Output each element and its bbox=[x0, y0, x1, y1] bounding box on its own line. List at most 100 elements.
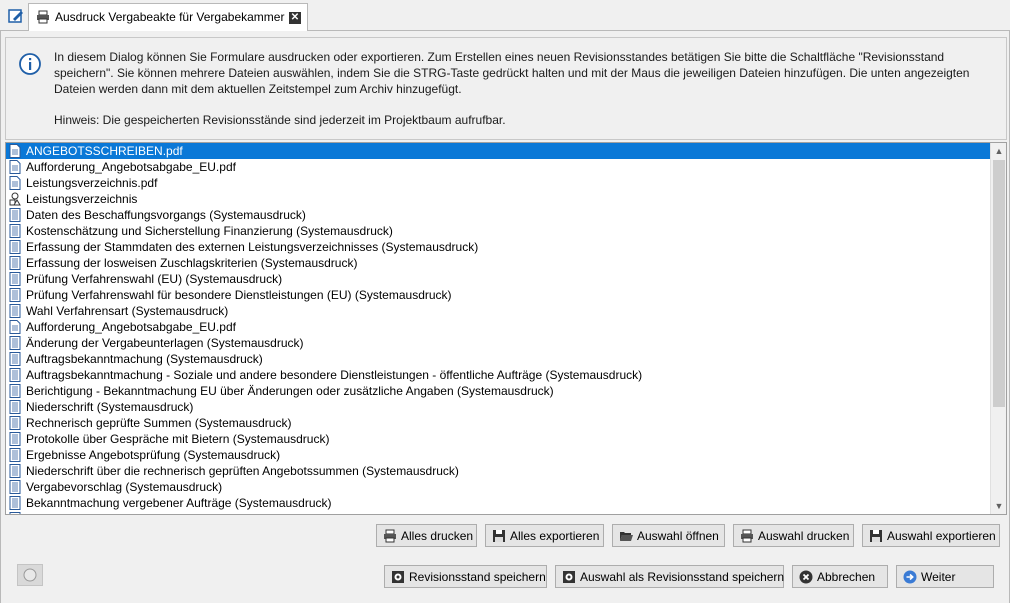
form-icon bbox=[9, 304, 21, 318]
file-list-item[interactable]: Niederschrift über die rechnerisch geprü… bbox=[6, 463, 992, 479]
file-list-rows: ANGEBOTSSCHREIBEN.pdf Aufforderung_Angebo… bbox=[6, 143, 992, 514]
form-icon bbox=[9, 272, 21, 286]
file-label: Auftragsbekanntmachung - Soziale und and… bbox=[26, 368, 643, 382]
pdf-file-icon bbox=[9, 176, 21, 190]
file-label: Protokolle über Gespräche mit Bietern (S… bbox=[26, 432, 330, 446]
save-icon bbox=[870, 530, 882, 542]
form-icon bbox=[9, 416, 21, 430]
file-label: Daten des Beschaffungsvorgangs (Systemau… bbox=[26, 208, 306, 222]
form-icon bbox=[9, 448, 21, 462]
form-icon bbox=[9, 368, 21, 382]
next-button[interactable]: Weiter bbox=[896, 565, 994, 588]
file-label: Auftragsbekanntmachung (Systemausdruck) bbox=[26, 352, 263, 366]
shapes-icon bbox=[9, 192, 21, 206]
cancel-button[interactable]: Abbrechen bbox=[792, 565, 888, 588]
close-icon[interactable]: ✕ bbox=[289, 12, 301, 24]
info-text: In diesem Dialog können Sie Formulare au… bbox=[54, 50, 970, 96]
printer-icon bbox=[741, 529, 753, 543]
tab-bar: Ausdruck Vergabeakte für Vergabekammer ✕ bbox=[0, 0, 1010, 32]
file-list-item[interactable]: Protokolle über Gespräche mit Bietern (S… bbox=[6, 431, 992, 447]
open-selection-button[interactable]: Auswahl öffnen bbox=[612, 524, 725, 547]
file-label: Rechnerisch geprüfte Summen (Systemausdr… bbox=[26, 416, 292, 430]
form-icon bbox=[9, 384, 21, 398]
form-icon bbox=[9, 352, 21, 366]
file-list-item[interactable]: Prüfung Verfahrenswahl (EU) (Systemausdr… bbox=[6, 271, 992, 287]
file-list-item[interactable]: Vergabevorschlag (Systemausdruck) bbox=[6, 479, 992, 495]
form-icon bbox=[9, 336, 21, 350]
form-icon bbox=[9, 288, 21, 302]
file-list-item[interactable]: Wahl Verfahrensart (Systemausdruck) bbox=[6, 303, 992, 319]
printer-icon bbox=[384, 529, 396, 543]
file-list-item[interactable]: Ergebnisse Angebotsprüfung (Systemausdru… bbox=[6, 447, 992, 463]
file-label: Änderung der Vergabeunterlagen (Systemau… bbox=[26, 336, 304, 350]
file-list-item[interactable]: Rechnerisch geprüfte Summen (Systemausdr… bbox=[6, 415, 992, 431]
file-label: Vergabevorschlag (Systemausdruck) bbox=[26, 480, 223, 494]
file-list-item[interactable]: Leistungsverzeichnis.pdf bbox=[6, 175, 992, 191]
form-icon bbox=[9, 480, 21, 494]
print-selection-button[interactable]: Auswahl drucken bbox=[733, 524, 854, 547]
form-icon bbox=[9, 224, 21, 238]
file-label: Kostenschätzung und Sicherstellung Finan… bbox=[26, 224, 393, 238]
file-list-item[interactable]: Bekanntmachung vergebener Aufträge (Syst… bbox=[6, 495, 992, 511]
file-list-item[interactable]: Aufforderung_Angebotsabgabe_EU.pdf bbox=[6, 159, 992, 175]
info-hint: Hinweis: Die gespeicherten Revisionsstän… bbox=[54, 113, 506, 127]
help-button[interactable] bbox=[17, 564, 43, 586]
export-selection-button[interactable]: Auswahl exportieren bbox=[862, 524, 1000, 547]
file-list-item[interactable]: Erfassung der losweisen Zuschlagskriteri… bbox=[6, 255, 992, 271]
help-icon bbox=[23, 568, 37, 582]
info-panel: In diesem Dialog können Sie Formulare au… bbox=[5, 37, 1007, 140]
scroll-down-icon[interactable]: ▼ bbox=[991, 498, 1006, 514]
file-label: Ergebnisse Angebotsprüfung (Systemausdru… bbox=[26, 448, 281, 462]
file-label: Daten für die Vergabestatistik (Systemau… bbox=[26, 512, 283, 514]
file-list-item[interactable]: Auftragsbekanntmachung (Systemausdruck) bbox=[6, 351, 992, 367]
file-list-item[interactable]: ANGEBOTSSCHREIBEN.pdf bbox=[6, 143, 992, 159]
file-list-item[interactable]: Niederschrift (Systemausdruck) bbox=[6, 399, 992, 415]
form-icon bbox=[9, 432, 21, 446]
tab-ausdruck-vergabeakte[interactable]: Ausdruck Vergabeakte für Vergabekammer ✕ bbox=[28, 3, 308, 32]
save-revision-button[interactable]: Revisionsstand speichern bbox=[384, 565, 547, 588]
file-label: Leistungsverzeichnis.pdf bbox=[26, 176, 158, 190]
file-list-item[interactable]: Auftragsbekanntmachung - Soziale und and… bbox=[6, 367, 992, 383]
form-icon bbox=[9, 464, 21, 478]
file-list-item[interactable]: Daten des Beschaffungsvorgangs (Systemau… bbox=[6, 207, 992, 223]
file-label: Wahl Verfahrensart (Systemausdruck) bbox=[26, 304, 229, 318]
export-all-button[interactable]: Alles exportieren bbox=[485, 524, 604, 547]
cancel-icon bbox=[799, 570, 813, 584]
file-label: Prüfung Verfahrenswahl für besondere Die… bbox=[26, 288, 452, 302]
file-label: Prüfung Verfahrenswahl (EU) (Systemausdr… bbox=[26, 272, 283, 286]
folder-open-icon bbox=[620, 532, 633, 541]
file-label: Erfassung der losweisen Zuschlagskriteri… bbox=[26, 256, 358, 270]
file-list-item[interactable]: Leistungsverzeichnis bbox=[6, 191, 992, 207]
printer-icon bbox=[37, 10, 49, 24]
file-label: Erfassung der Stammdaten des externen Le… bbox=[26, 240, 479, 254]
file-list[interactable]: ANGEBOTSSCHREIBEN.pdf Aufforderung_Angebo… bbox=[5, 142, 1007, 515]
file-list-item[interactable]: Aufforderung_Angebotsabgabe_EU.pdf bbox=[6, 319, 992, 335]
form-icon bbox=[9, 512, 21, 514]
save-selection-revision-button[interactable]: Auswahl als Revisionsstand speichern bbox=[555, 565, 784, 588]
scrollbar[interactable]: ▲ ▼ bbox=[990, 143, 1006, 514]
file-label: Aufforderung_Angebotsabgabe_EU.pdf bbox=[26, 320, 236, 334]
scroll-up-icon[interactable]: ▲ bbox=[991, 143, 1006, 159]
form-icon bbox=[9, 208, 21, 222]
pdf-file-icon bbox=[9, 144, 21, 158]
info-icon bbox=[19, 53, 41, 75]
form-icon bbox=[9, 256, 21, 270]
file-list-item[interactable]: Daten für die Vergabestatistik (Systemau… bbox=[6, 511, 992, 514]
file-list-item[interactable]: Kostenschätzung und Sicherstellung Finan… bbox=[6, 223, 992, 239]
form-icon bbox=[9, 400, 21, 414]
print-all-button[interactable]: Alles drucken bbox=[376, 524, 477, 547]
file-list-item[interactable]: Änderung der Vergabeunterlagen (Systemau… bbox=[6, 335, 992, 351]
file-list-item[interactable]: Erfassung der Stammdaten des externen Le… bbox=[6, 239, 992, 255]
file-label: Berichtigung - Bekanntmachung EU über Än… bbox=[26, 384, 554, 398]
edit-icon[interactable] bbox=[8, 8, 24, 24]
file-label: Leistungsverzeichnis bbox=[26, 192, 138, 206]
form-icon bbox=[9, 240, 21, 254]
file-label: Niederschrift über die rechnerisch geprü… bbox=[26, 464, 459, 478]
pdf-file-icon bbox=[9, 320, 21, 334]
dialog-frame: In diesem Dialog können Sie Formulare au… bbox=[0, 31, 1010, 603]
file-list-item[interactable]: Prüfung Verfahrenswahl für besondere Die… bbox=[6, 287, 992, 303]
file-list-item[interactable]: Berichtigung - Bekanntmachung EU über Än… bbox=[6, 383, 992, 399]
scroll-thumb[interactable] bbox=[993, 160, 1005, 407]
form-icon bbox=[9, 496, 21, 510]
file-label: Aufforderung_Angebotsabgabe_EU.pdf bbox=[26, 160, 236, 174]
